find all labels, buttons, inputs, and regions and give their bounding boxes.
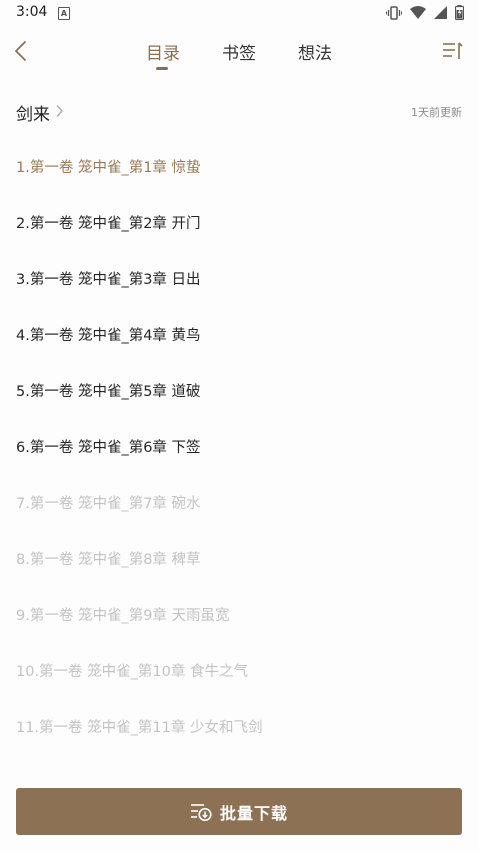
status-bar: 3:04 A [0, 0, 478, 26]
chapter-item[interactable]: 3.第一卷 笼中雀_第3章 日出 [0, 250, 478, 306]
sort-button[interactable] [442, 40, 464, 62]
chapter-item[interactable]: 8.第一卷 笼中雀_第8章 稗草 [0, 530, 478, 586]
book-info-row[interactable]: 剑来 1天前更新 [16, 98, 462, 126]
book-title: 剑来 [16, 105, 50, 125]
tab-bar: 目录 书签 想法 [0, 26, 478, 78]
sort-order-icon [443, 42, 463, 59]
status-time: 3:04 [16, 4, 48, 20]
header: 目录 书签 想法 [0, 26, 478, 78]
status-icons [386, 5, 464, 20]
chapter-item[interactable]: 6.第一卷 笼中雀_第6章 下签 [0, 418, 478, 474]
wifi-icon [410, 6, 426, 19]
batch-download-button[interactable]: 批量下载 [16, 788, 462, 835]
chapter-item[interactable]: 5.第一卷 笼中雀_第5章 道破 [0, 362, 478, 418]
tab-notes[interactable]: 想法 [298, 39, 332, 64]
chapter-item[interactable]: 11.第一卷 笼中雀_第11章 少女和飞剑 [0, 698, 478, 754]
chapter-item[interactable]: 1.第一卷 笼中雀_第1章 惊蛰 [0, 138, 478, 194]
vibrate-icon [386, 5, 402, 20]
chapter-list: 1.第一卷 笼中雀_第1章 惊蛰 2.第一卷 笼中雀_第2章 开门 3.第一卷 … [0, 138, 478, 754]
chapter-item[interactable]: 10.第一卷 笼中雀_第10章 食牛之气 [0, 642, 478, 698]
chapter-item[interactable]: 2.第一卷 笼中雀_第2章 开门 [0, 194, 478, 250]
download-list-icon [190, 803, 212, 821]
batch-download-label: 批量下载 [219, 803, 288, 823]
chevron-right-icon [56, 105, 63, 117]
chapter-item[interactable]: 9.第一卷 笼中雀_第9章 天雨虽宽 [0, 586, 478, 642]
signal-icon [434, 6, 447, 19]
battery-icon [455, 5, 464, 20]
update-time: 1天前更新 [411, 106, 462, 119]
chapter-item[interactable]: 7.第一卷 笼中雀_第7章 碗水 [0, 474, 478, 530]
tab-bookmarks[interactable]: 书签 [222, 39, 256, 64]
chapter-item[interactable]: 4.第一卷 笼中雀_第4章 黄鸟 [0, 306, 478, 362]
active-tab-indicator [156, 67, 168, 70]
tab-contents[interactable]: 目录 [146, 39, 180, 64]
accessibility-a-icon: A [58, 7, 70, 20]
